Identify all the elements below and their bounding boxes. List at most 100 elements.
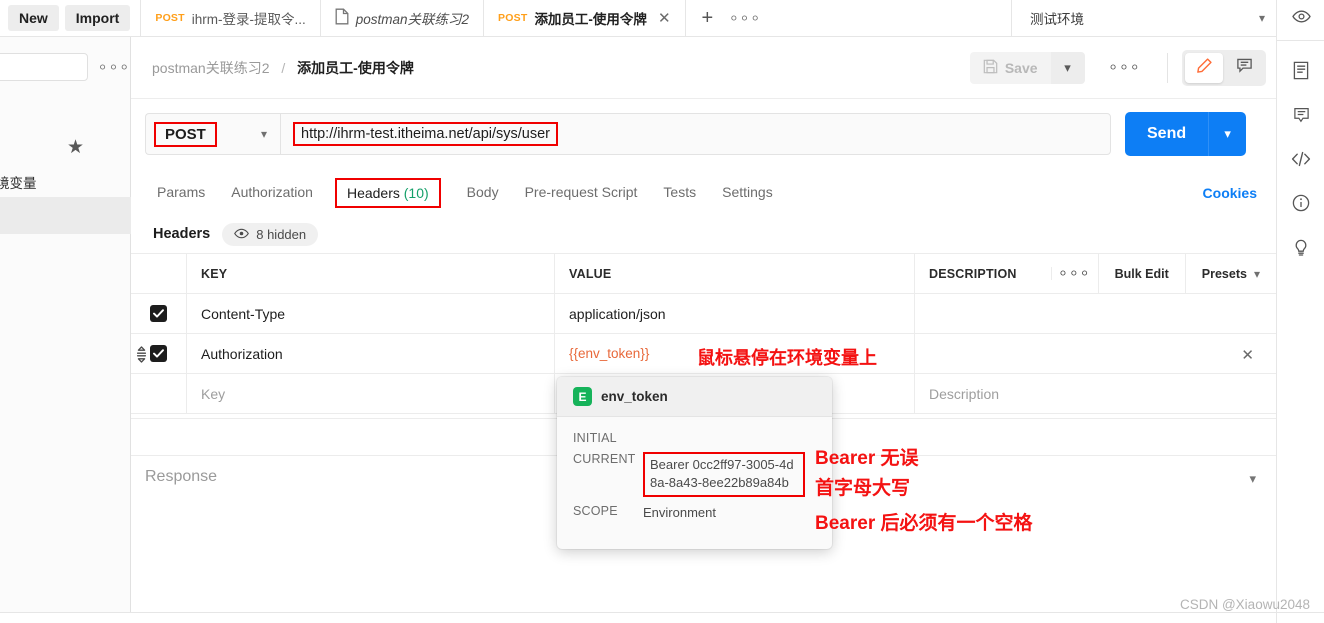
- rail-divider: [1277, 40, 1324, 41]
- column-header-key: KEY: [187, 254, 555, 293]
- table-header-row: KEY VALUE DESCRIPTION ⚪⚪⚪ Bulk Edit Pres…: [131, 253, 1276, 294]
- header-checkbox-column: [131, 254, 187, 293]
- row-description-cell[interactable]: Description: [915, 374, 1276, 413]
- headers-subbar: Headers 8 hidden: [131, 214, 1276, 254]
- documentation-icon: [1293, 61, 1309, 85]
- variable-tooltip-body: INITIAL CURRENT Bearer 0cc2ff97-3005-4d8…: [557, 417, 832, 522]
- comment-icon: [1236, 57, 1253, 79]
- table-row[interactable]: Content-Type application/json: [131, 293, 1276, 334]
- tab-method-label: POST: [498, 12, 528, 24]
- tab-tests[interactable]: Tests: [663, 184, 696, 203]
- cookies-link[interactable]: Cookies: [1203, 185, 1257, 201]
- import-button[interactable]: Import: [64, 5, 131, 31]
- tab-add-employee-token[interactable]: POST 添加员工-使用令牌 ✕: [484, 0, 686, 36]
- collection-file-icon: [335, 8, 349, 28]
- postman-window: New Import POST ihrm-登录-提取令... postman关联…: [0, 0, 1324, 623]
- http-method-label: POST: [154, 121, 217, 147]
- new-import-group: New Import: [0, 0, 140, 36]
- url-input[interactable]: http://ihrm-test.itheima.net/api/sys/use…: [280, 113, 1111, 155]
- send-options-button[interactable]: ▾: [1208, 112, 1247, 156]
- star-icon[interactable]: ★: [67, 136, 84, 159]
- row-checkbox[interactable]: [150, 305, 167, 322]
- breadcrumb-collection[interactable]: postman关联练习2: [152, 60, 269, 76]
- edit-mode-button[interactable]: [1185, 52, 1223, 83]
- row-description-placeholder: Description: [929, 385, 1000, 402]
- hidden-headers-label: 8 hidden: [256, 226, 307, 242]
- bulk-edit-button[interactable]: Bulk Edit: [1097, 254, 1185, 293]
- tab-headers-count: (10): [403, 185, 429, 201]
- send-button[interactable]: Send: [1125, 112, 1209, 156]
- rail-lightbulb-button[interactable]: [1277, 227, 1324, 271]
- tab-collection-postman[interactable]: postman关联练习2: [321, 0, 485, 36]
- tab-headers-label: Headers: [346, 185, 400, 201]
- lightbulb-icon: [1292, 237, 1310, 261]
- sidebar-selected-row[interactable]: [0, 197, 131, 234]
- save-label: Save: [1004, 59, 1038, 76]
- variable-scope-value: Environment: [643, 504, 716, 520]
- row-checkbox[interactable]: [150, 345, 167, 362]
- tab-options-icon[interactable]: ⚪⚪⚪: [729, 0, 781, 36]
- breadcrumb-current: 添加员工-使用令牌: [297, 59, 414, 76]
- presets-button[interactable]: Presets ▾: [1184, 254, 1276, 293]
- http-method-selector[interactable]: POST ▾: [145, 113, 280, 155]
- tab-headers[interactable]: Headers (10): [334, 178, 441, 208]
- sidebar-search-input[interactable]: [0, 53, 88, 81]
- tab-title: 添加员工-使用令牌: [534, 12, 647, 27]
- sidebar-more-icon[interactable]: ⚪⚪⚪: [98, 61, 130, 74]
- request-header-actions: Save ▾ ⚪⚪⚪: [969, 37, 1276, 98]
- hidden-headers-toggle[interactable]: 8 hidden: [222, 222, 319, 246]
- rail-code-button[interactable]: [1277, 139, 1324, 183]
- rail-info-button[interactable]: [1277, 183, 1324, 227]
- chevron-down-icon: ▾: [1224, 126, 1231, 141]
- open-tabs: POST ihrm-登录-提取令... postman关联练习2 POST 添加…: [140, 0, 781, 36]
- variable-initial-label: INITIAL: [573, 431, 617, 445]
- save-button[interactable]: Save: [969, 51, 1051, 84]
- comment-mode-button[interactable]: [1225, 53, 1263, 83]
- comment-icon: [1293, 106, 1310, 129]
- request-more-icon[interactable]: ⚪⚪⚪: [1091, 61, 1159, 74]
- environment-name: 测试环境: [1030, 12, 1084, 27]
- rail-eye-button[interactable]: [1277, 0, 1324, 37]
- row-description-cell[interactable]: [915, 294, 1276, 333]
- row-value-text: application/json: [569, 305, 666, 322]
- tab-settings[interactable]: Settings: [722, 184, 773, 203]
- table-more-icon[interactable]: ⚪⚪⚪: [1050, 267, 1098, 280]
- tab-ihrm-login[interactable]: POST ihrm-登录-提取令...: [140, 0, 321, 36]
- row-value-cell[interactable]: application/json: [555, 294, 915, 333]
- new-tab-button[interactable]: +: [686, 0, 730, 36]
- variable-tooltip-popup: E env_token INITIAL CURRENT Bearer 0cc2f…: [557, 377, 832, 549]
- url-value: http://ihrm-test.itheima.net/api/sys/use…: [293, 122, 559, 146]
- environment-selector[interactable]: 测试环境 ▾: [1012, 0, 1280, 36]
- variable-scope-row: SCOPE Environment: [573, 504, 832, 522]
- row-description-cell[interactable]: ✕: [915, 334, 1276, 373]
- row-key-value: Authorization: [201, 345, 283, 362]
- save-options-button[interactable]: ▾: [1050, 51, 1085, 84]
- drag-handle-icon[interactable]: [136, 346, 147, 368]
- breadcrumb: postman关联练习2 / 添加员工-使用令牌: [152, 58, 414, 78]
- row-key-cell[interactable]: Content-Type: [187, 294, 555, 333]
- tab-authorization[interactable]: Authorization: [231, 184, 313, 203]
- pencil-icon: [1196, 57, 1213, 79]
- tab-body[interactable]: Body: [467, 184, 499, 203]
- chevron-down-icon[interactable]: ▾: [1249, 471, 1256, 487]
- presets-label: Presets: [1201, 266, 1247, 281]
- rail-comment-button[interactable]: [1277, 95, 1324, 139]
- save-group: Save ▾: [969, 51, 1085, 84]
- rail-documentation-button[interactable]: [1277, 51, 1324, 95]
- row-key-cell[interactable]: Authorization: [187, 334, 555, 373]
- row-key-cell[interactable]: Key: [187, 374, 555, 413]
- chevron-down-icon: ▾: [1253, 266, 1260, 281]
- tab-pre-request-script[interactable]: Pre-request Script: [525, 184, 638, 203]
- variable-current-value: Bearer 0cc2ff97-3005-4d8a-8a43-8ee22b89a…: [643, 452, 805, 497]
- tab-params[interactable]: Params: [157, 184, 205, 203]
- tab-close-icon[interactable]: ✕: [658, 11, 671, 26]
- request-header-bar: postman关联练习2 / 添加员工-使用令牌 Save ▾ ⚪⚪⚪: [131, 37, 1276, 99]
- new-button[interactable]: New: [8, 5, 59, 31]
- footer-divider: [0, 612, 1324, 613]
- column-header-value-label: VALUE: [569, 266, 612, 281]
- send-group: Send ▾: [1125, 112, 1247, 156]
- top-tab-bar: New Import POST ihrm-登录-提取令... postman关联…: [0, 0, 1324, 37]
- close-icon[interactable]: ✕: [1241, 346, 1254, 364]
- info-icon: [1292, 194, 1310, 217]
- floppy-disk-icon: [983, 59, 998, 77]
